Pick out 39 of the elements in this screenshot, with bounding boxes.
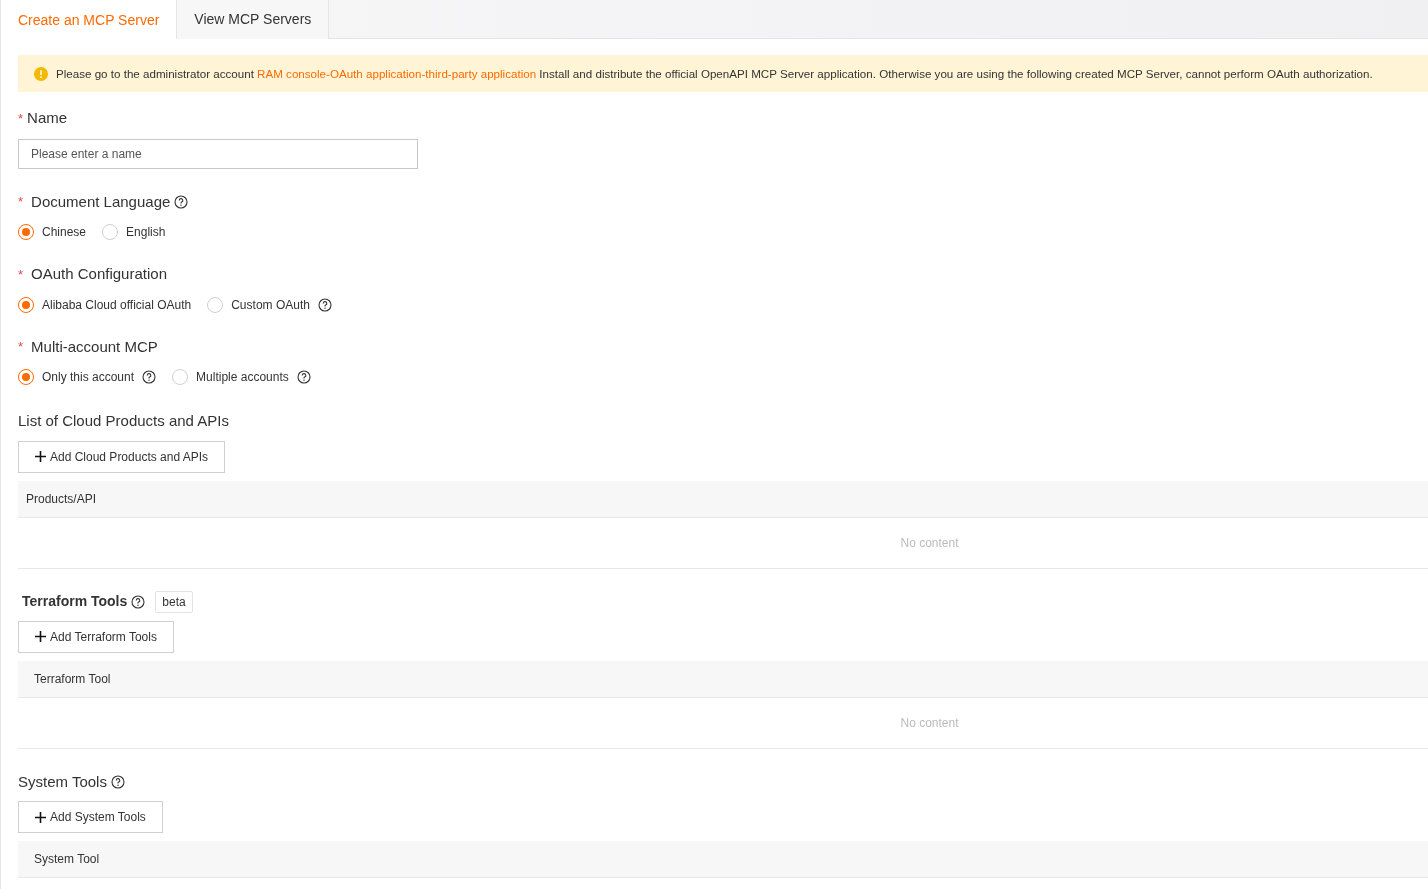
required-mark: * bbox=[18, 338, 24, 356]
plus-icon bbox=[35, 631, 46, 642]
column-header: Terraform Tool bbox=[34, 670, 111, 688]
required-mark: * bbox=[18, 109, 24, 128]
warning-icon bbox=[34, 66, 48, 81]
radio-label: Chinese bbox=[42, 224, 87, 241]
empty-message: No content bbox=[900, 714, 959, 732]
radio-label: Only this account bbox=[42, 369, 135, 386]
help-icon bbox=[131, 594, 146, 609]
add-button[interactable]: Add Terraform Tools bbox=[18, 620, 174, 653]
field-label: Document Language bbox=[31, 191, 171, 212]
radio-label: English bbox=[126, 224, 166, 241]
name-input[interactable]: Please enter a name bbox=[18, 138, 418, 169]
help-icon bbox=[174, 194, 189, 209]
beta-tag: beta bbox=[155, 590, 193, 613]
help-icon bbox=[142, 370, 157, 384]
plus-icon bbox=[35, 811, 46, 823]
column-header: Products/API bbox=[26, 490, 97, 508]
plus-icon bbox=[35, 451, 46, 462]
field-label: Multi-account MCP bbox=[31, 336, 158, 357]
tab[interactable]: View MCP Servers bbox=[176, 0, 330, 39]
field-label: Name bbox=[27, 108, 68, 128]
column-header: System Tool bbox=[34, 851, 100, 868]
help-icon bbox=[317, 297, 332, 312]
help-icon bbox=[296, 370, 311, 384]
required-mark: * bbox=[18, 265, 24, 284]
add-button[interactable]: Add System Tools bbox=[18, 801, 163, 833]
add-button[interactable]: Add Cloud Products and APIs bbox=[18, 440, 226, 473]
notice-text: Please go to the administrator account RAM console-OAuth application-third-party application Install and distribute the official OpenAPI MCP Server application. Otherwise you are using the following created MCP Server, cannot perform OAuth authorization. bbox=[56, 65, 1373, 82]
help-icon bbox=[110, 774, 125, 789]
radio-label: Multiple accounts bbox=[196, 369, 289, 386]
section-title: List of Cloud Products and APIs bbox=[18, 411, 229, 431]
section-title: System Tools bbox=[18, 771, 107, 792]
section-title: Terraform Tools bbox=[21, 592, 128, 611]
required-mark: * bbox=[18, 193, 24, 211]
field-label: OAuth Configuration bbox=[31, 264, 167, 284]
empty-message: No content bbox=[900, 534, 959, 552]
radio-label: Alibaba Cloud official OAuth bbox=[42, 296, 192, 314]
radio-label: Custom OAuth bbox=[231, 296, 310, 314]
